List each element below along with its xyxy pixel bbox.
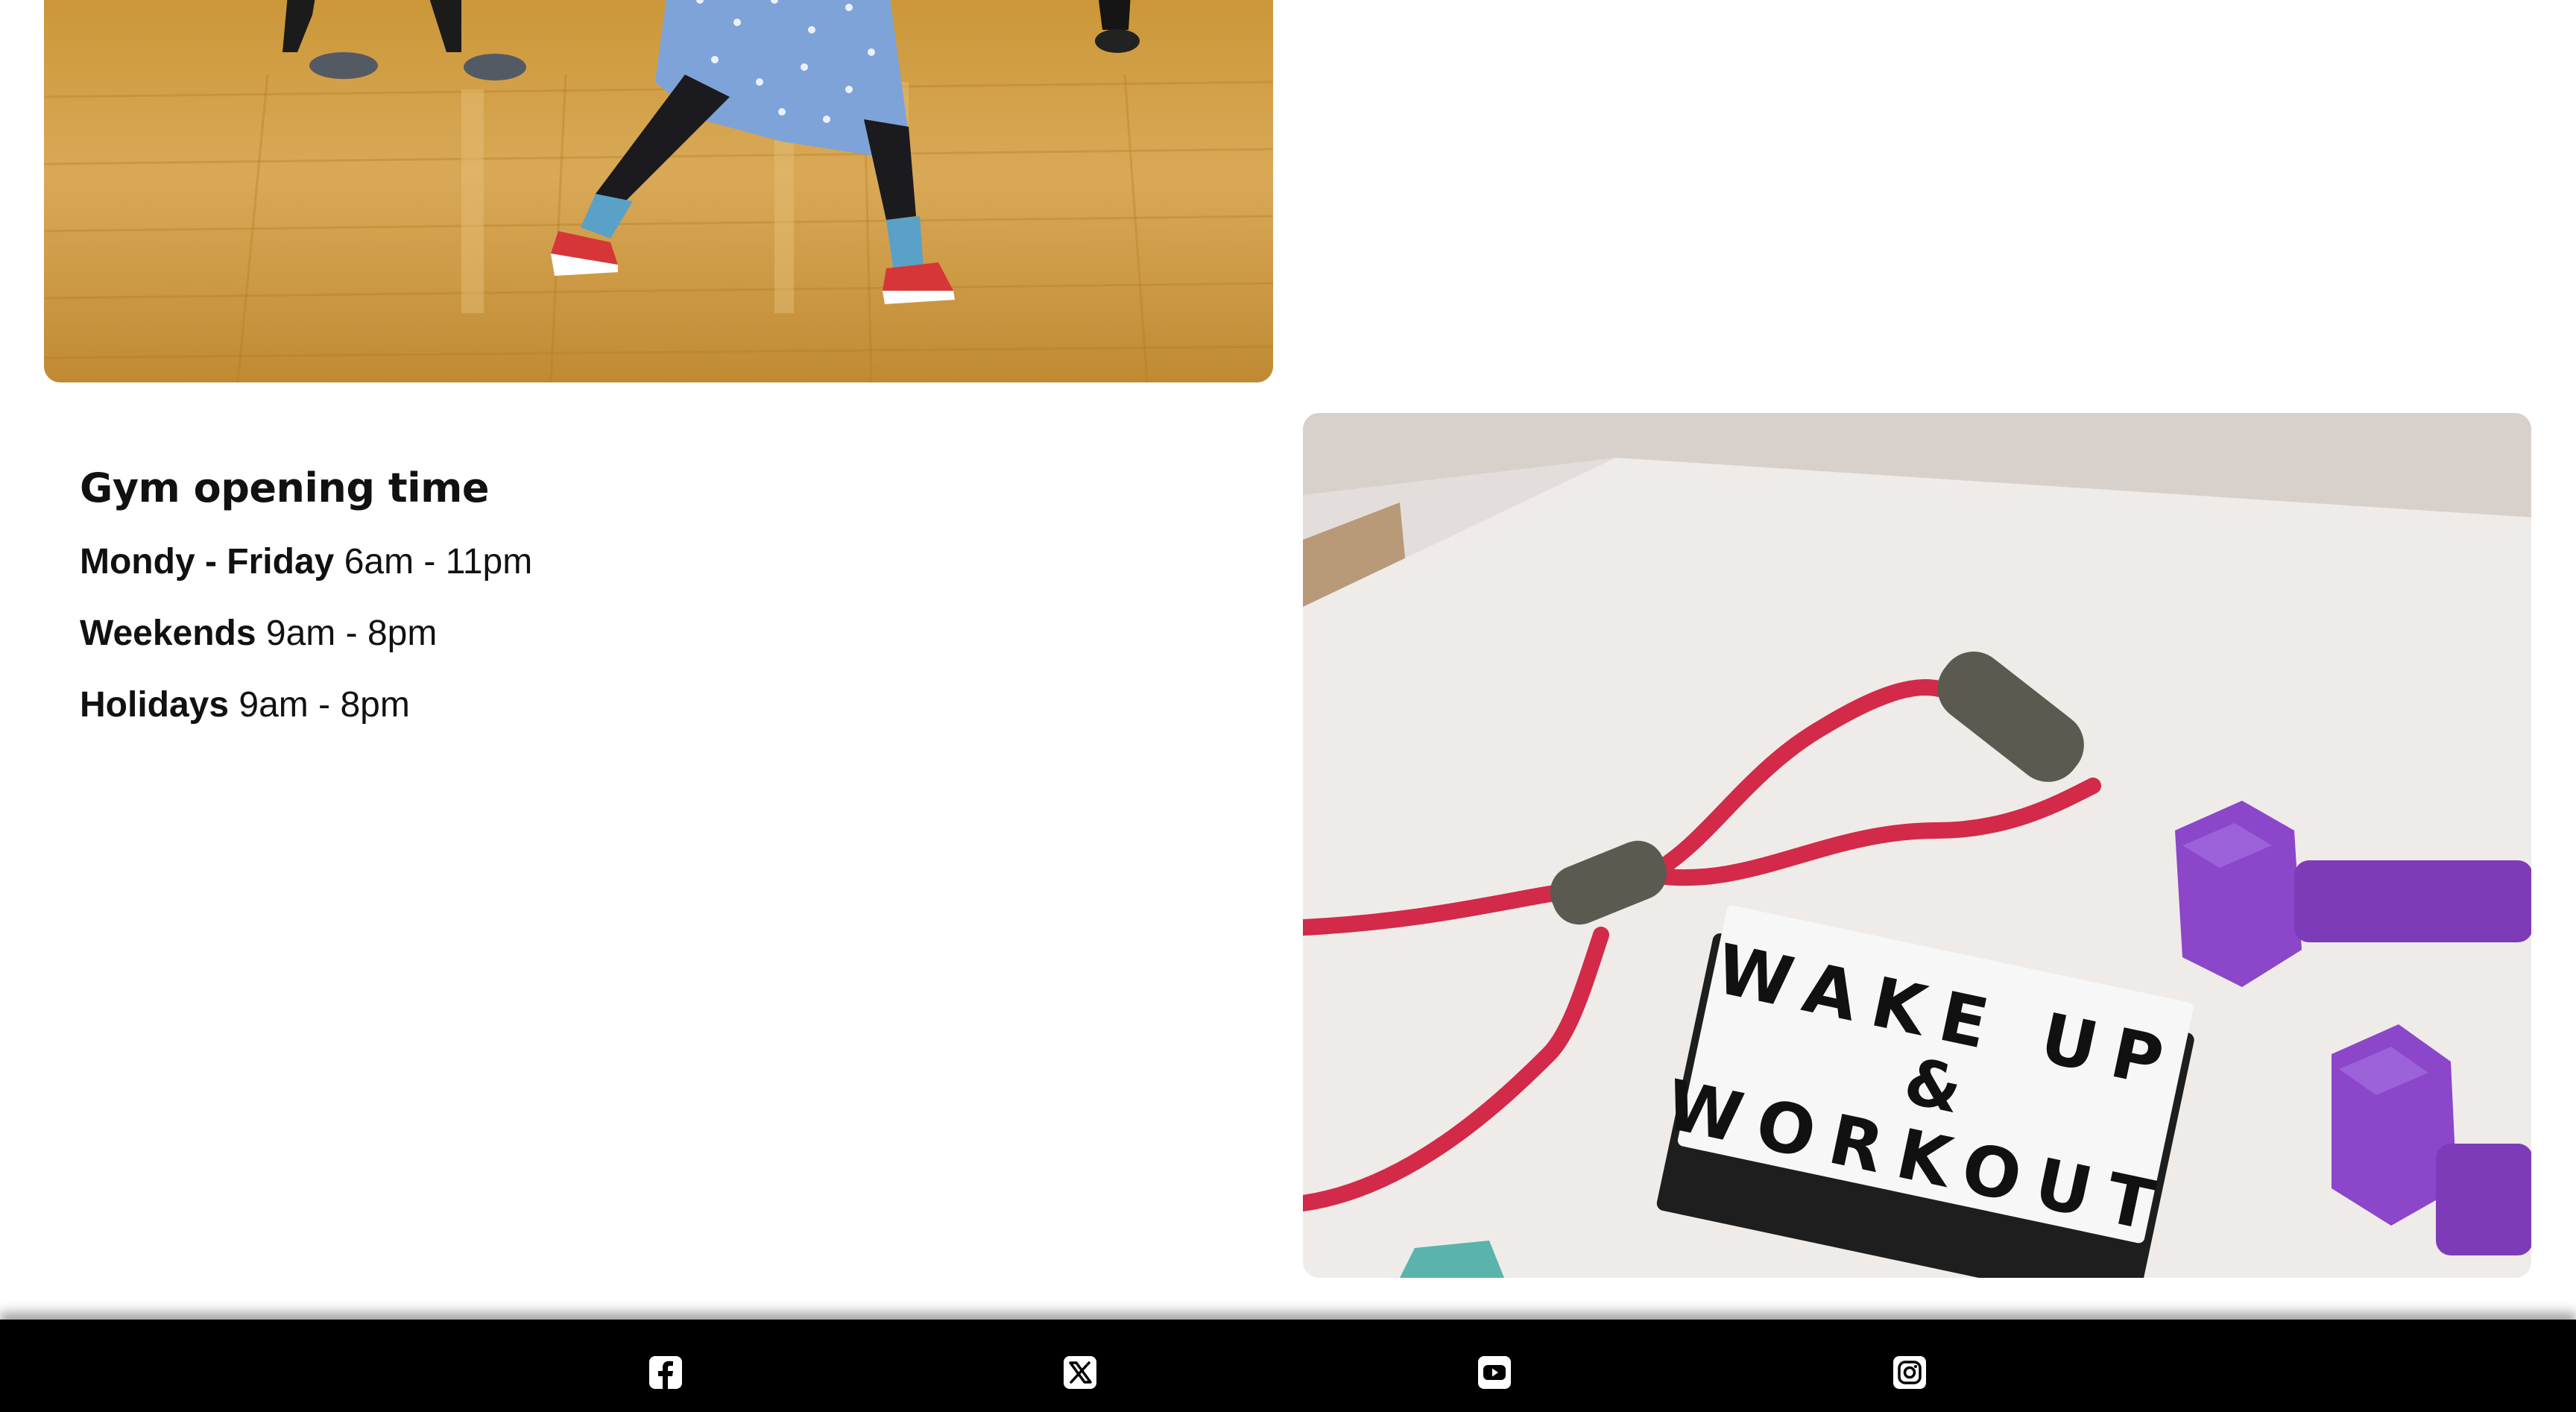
youtube-icon[interactable] xyxy=(1477,1355,1512,1390)
hours-day-label: Mondy - Friday xyxy=(80,542,335,581)
site-footer xyxy=(0,1320,2576,1412)
workout-equipment-illustration: WAKE UP & WORKOUT xyxy=(1303,413,2531,1278)
hours-time-value: 9am - 8pm xyxy=(265,614,438,653)
facebook-icon[interactable] xyxy=(648,1355,684,1390)
opening-hours-title: Gym opening time xyxy=(80,464,490,511)
hours-row-holidays: Holidays 9am - 8pm xyxy=(80,681,1198,729)
instagram-icon[interactable] xyxy=(1892,1355,1928,1390)
hours-row-weekdays: Mondy - Friday 6am - 11pm xyxy=(80,538,1198,586)
dance-class-illustration xyxy=(44,0,1273,382)
hours-row-weekends: Weekends 9am - 8pm xyxy=(80,610,1198,658)
hours-day-label: Weekends xyxy=(80,614,256,653)
dance-class-photo xyxy=(44,0,1273,382)
hours-time-value: 9am - 8pm xyxy=(239,685,410,725)
x-twitter-icon[interactable] xyxy=(1062,1355,1098,1390)
opening-hours-section: Gym opening time Mondy - Friday 6am - 11… xyxy=(80,456,1198,753)
hours-day-label: Holidays xyxy=(80,685,230,725)
wake-up-workout-photo: WAKE UP & WORKOUT xyxy=(1303,413,2531,1278)
hours-time-value: 6am - 11pm xyxy=(344,542,533,581)
